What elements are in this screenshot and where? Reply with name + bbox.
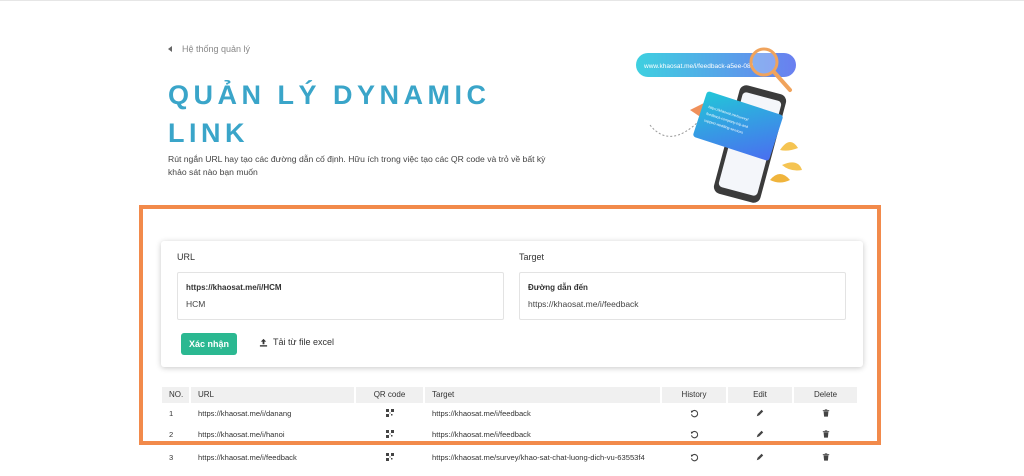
header-target: Target [425,387,660,403]
row-no: 1 [169,409,174,418]
url-section-label: URL [177,252,196,262]
page-title: QUẢN LÝ DYNAMIC LINK [168,80,491,148]
breadcrumb-label[interactable]: Hệ thống quản lý [182,44,250,54]
history-icon[interactable] [662,409,726,418]
breadcrumb[interactable]: Hệ thống quản lý [168,44,250,54]
table-row: 2 https://khaosat.me/i/hanoi https://kha… [162,430,857,440]
qr-code-icon[interactable] [356,453,423,461]
row-target: https://khaosat.me/i/feedback [432,430,531,439]
links-table: NO. URL QR code Target History Edit Dele… [162,387,862,462]
header-url: URL [191,387,354,403]
row-no: 2 [169,430,174,439]
delete-icon[interactable] [794,453,857,461]
url-field-label: https://khaosat.me/i/HCM [186,283,282,292]
upload-excel-button[interactable]: Tải từ file excel [259,337,334,347]
target-field-label: Đường dẫn đến [528,283,588,292]
delete-icon[interactable] [794,430,857,438]
history-icon[interactable] [662,453,726,462]
edit-icon[interactable] [728,430,792,438]
header-history: History [662,387,726,403]
hero-illustration: www.khaosat.me/i/feedback-a5ee-081 https… [630,40,830,210]
header-delete: Delete [794,387,857,403]
row-url: https://khaosat.me/i/hanoi [198,430,285,439]
page: Hệ thống quản lý QUẢN LÝ DYNAMIC LINK Rú… [0,0,1024,476]
create-link-card: URL Target https://khaosat.me/i/HCM HCM … [161,241,863,367]
confirm-button[interactable]: Xác nhận [181,333,237,355]
row-url: https://khaosat.me/i/danang [198,409,292,418]
delete-icon[interactable] [794,409,857,417]
edit-icon[interactable] [728,409,792,417]
header-edit: Edit [728,387,792,403]
history-icon[interactable] [662,430,726,439]
page-description: Rút ngắn URL hay tạo các đường dẫn cố đị… [168,154,546,177]
qr-code-icon[interactable] [356,430,423,438]
row-target: https://khaosat.me/i/feedback [432,409,531,418]
header-qr: QR code [356,387,423,403]
upload-icon [259,338,268,347]
top-divider [0,0,1024,1]
target-field-value[interactable]: https://khaosat.me/i/feedback [528,299,639,309]
row-target: https://khaosat.me/survey/khao-sat-chat-… [432,453,645,462]
url-field-value[interactable]: HCM [186,299,205,309]
pill-url-text: www.khaosat.me/i/feedback-a5ee-081 [643,63,755,70]
target-section-label: Target [519,252,545,262]
row-no: 3 [169,453,174,462]
qr-code-icon[interactable] [356,409,423,417]
row-url: https://khaosat.me/i/feedback [198,453,297,462]
url-field[interactable]: https://khaosat.me/i/HCM HCM [177,272,504,320]
header-no: NO. [162,387,189,403]
edit-icon[interactable] [728,453,792,461]
table-row: 3 https://khaosat.me/i/feedback https://… [162,453,857,463]
back-arrow-icon[interactable] [168,46,172,52]
table-header: NO. URL QR code Target History Edit Dele… [162,387,862,403]
target-field[interactable]: Đường dẫn đến https://khaosat.me/i/feedb… [519,272,846,320]
upload-label: Tải từ file excel [273,337,335,347]
table-row: 1 https://khaosat.me/i/danang https://kh… [162,409,857,419]
